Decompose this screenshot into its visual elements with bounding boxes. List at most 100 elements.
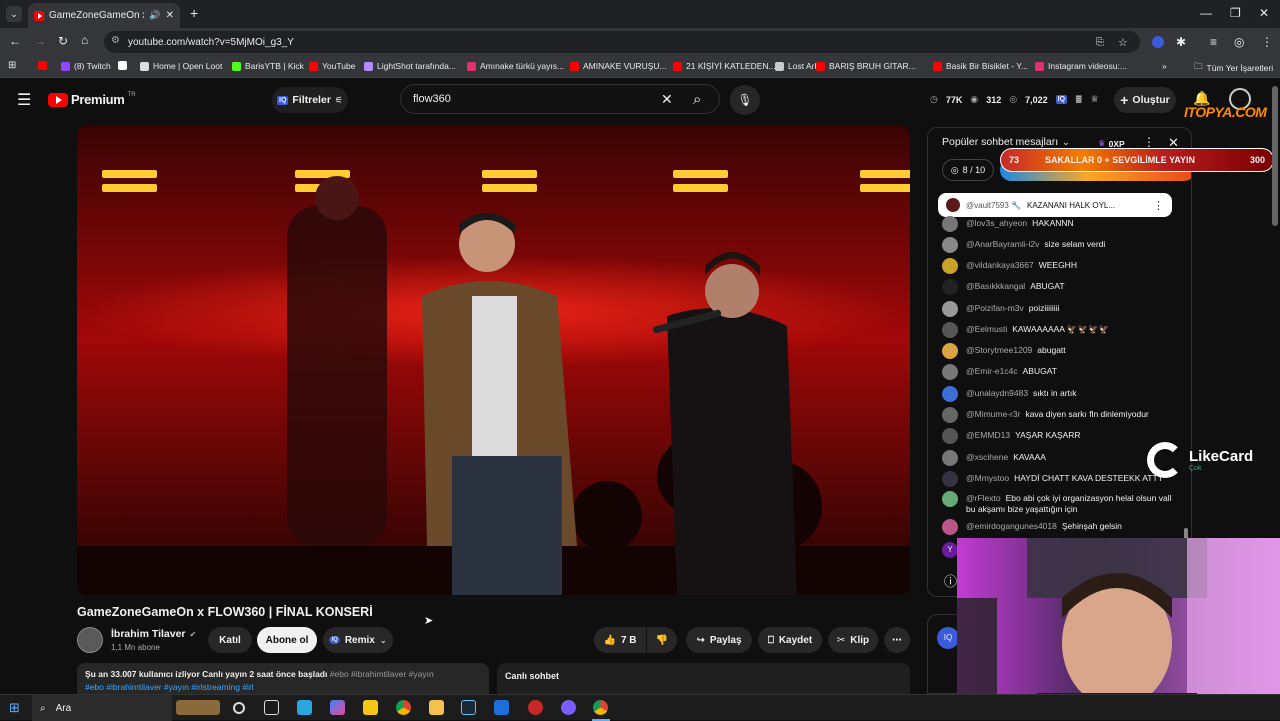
pinned-more-icon[interactable]: ⋮	[1153, 199, 1164, 212]
extensions-puzzle-icon[interactable]: ✱	[1176, 35, 1186, 49]
chat-author[interactable]: @EMMD13	[966, 430, 1010, 440]
bookmark-item[interactable]	[118, 61, 127, 70]
store-icon[interactable]	[363, 700, 378, 715]
chrome-active-icon[interactable]	[593, 700, 608, 715]
bookmark-item[interactable]: Lost Ark	[775, 61, 819, 71]
channel-name-row[interactable]: İbrahim Tilaver ✔	[111, 628, 196, 640]
chat-message[interactable]: @Eelmusti KAWAAAAAA 🦅🦅🦅🦅	[942, 322, 1182, 338]
more-bookmarks-icon[interactable]: »	[1162, 61, 1167, 71]
list-icon[interactable]: ≣	[1075, 94, 1083, 105]
tab-close-icon[interactable]: ✕	[166, 10, 174, 21]
video-player[interactable]	[77, 126, 910, 595]
dislike-button[interactable]: 👎	[647, 627, 677, 653]
bookmark-item[interactable]: AMINAKE VURUŞU...	[570, 61, 667, 71]
more-actions-button[interactable]: ⋯	[884, 627, 910, 653]
forward-icon[interactable]: →	[34, 34, 46, 48]
bookmark-item[interactable]	[38, 61, 47, 70]
app-icon-1[interactable]	[297, 700, 312, 715]
chat-message[interactable]: @lov3s_ahyeon HAKANNN	[942, 216, 1182, 232]
bookmark-item[interactable]: YouTube	[309, 61, 355, 71]
bookmark-item[interactable]: Instagram videosu:...	[1035, 61, 1127, 71]
chat-message[interactable]: @Mimume-r3r kava diyen sarkı fln dinlemiy…	[942, 407, 1182, 423]
page-scrollbar[interactable]	[1272, 86, 1278, 226]
iq-side-icon[interactable]: IQ	[937, 627, 959, 649]
chat-message[interactable]: @Poizifan-m3v poiziiiiiiii	[942, 301, 1182, 317]
clear-search-icon[interactable]: ✕	[661, 91, 673, 108]
join-button[interactable]: Katıl	[208, 627, 252, 653]
trophy-icon[interactable]: ♕	[1091, 94, 1099, 105]
share-button[interactable]: ↪ Paylaş	[686, 627, 752, 653]
app-icon-3[interactable]	[528, 700, 543, 715]
bookmark-item[interactable]: Amınake türkü yayıs...	[467, 61, 564, 71]
chat-message[interactable]: @Mmystoo HAYDİ CHATT KAVA DESTEEKK ATTT	[942, 471, 1182, 487]
chat-message[interactable]: @vildankaya3667 WEEGHH	[942, 258, 1182, 274]
search-highlight-icon[interactable]	[176, 700, 220, 715]
chat-message[interactable]: @rFlexto Ebo abi çok iyi organizasyon hel…	[942, 491, 1182, 515]
install-icon[interactable]: ⎘	[1096, 37, 1104, 48]
chat-message[interactable]: @emirdogangunes4018 Şehinşah gelsin	[942, 519, 1182, 535]
chat-message[interactable]: @xscihene KAVAAA	[942, 450, 1182, 466]
restore-icon[interactable]: ❐	[1230, 6, 1241, 20]
app-icon-2[interactable]	[494, 700, 509, 715]
create-button[interactable]: + Oluştur	[1114, 87, 1176, 113]
menu-icon[interactable]: ☰	[17, 90, 31, 110]
subscribe-button[interactable]: Abone ol	[257, 627, 317, 653]
profile-icon[interactable]: ◎	[1234, 35, 1244, 49]
bookmark-item[interactable]: Home | Open Loot	[140, 61, 222, 71]
chat-author[interactable]: @Mmystoo	[966, 473, 1009, 483]
extension-icon[interactable]	[1152, 36, 1164, 48]
speaker-icon[interactable]: 🔊	[149, 10, 160, 21]
bookmark-item[interactable]: Basik Bir Bisiklet - Y...	[933, 61, 1028, 71]
pinned-message[interactable]: @vault7593 🔧 KAZANANI HALK OYL... ⋮	[938, 193, 1172, 217]
tab-search-button[interactable]: ⌄	[6, 6, 22, 22]
task-view-icon[interactable]	[264, 700, 279, 715]
bookmark-item[interactable]: 21 KİŞİYİ KATLEDEN...	[673, 61, 776, 71]
search-icon[interactable]: ⌕	[693, 91, 701, 108]
browser-tab[interactable]: GameZoneGameOn x FLOW360 🔊 ✕	[28, 3, 180, 28]
bookmark-item[interactable]: (8) Twitch	[61, 61, 111, 71]
chat-message[interactable]: @unalaydn9483 sıktı in artık	[942, 386, 1182, 402]
steam-icon[interactable]	[461, 700, 476, 715]
chat-author[interactable]: @Mimume-r3r	[966, 409, 1020, 419]
back-icon[interactable]: ←	[9, 34, 21, 48]
taskbar-search[interactable]: ⌕ Ara	[32, 695, 172, 721]
chat-author[interactable]: @emirdogangunes4018	[966, 521, 1057, 531]
copilot-icon[interactable]	[330, 700, 345, 715]
chat-author[interactable]: @xscihene	[966, 452, 1008, 462]
description-tags[interactable]: #ebo #ibrahimtilaver #yayın	[330, 669, 434, 679]
chat-message[interactable]: @AnarBayramli-i2v size selam verdi	[942, 237, 1182, 253]
channel-avatar[interactable]	[77, 627, 103, 653]
all-bookmarks[interactable]: 🗀 Tüm Yer İşaretleri	[1194, 61, 1273, 75]
chat-author[interactable]: @vildankaya3667	[966, 260, 1034, 270]
chat-author[interactable]: @lov3s_ahyeon	[966, 218, 1027, 228]
cortana-icon[interactable]	[233, 702, 245, 714]
media-controls-icon[interactable]: ≡	[1210, 35, 1217, 49]
remix-button[interactable]: IQ Remix ⌄	[323, 627, 393, 653]
like-button[interactable]: 👍 7 B	[594, 627, 646, 653]
home-icon[interactable]: ⌂	[81, 33, 88, 47]
clip-button[interactable]: ✂ Klip	[828, 627, 878, 653]
discord-icon[interactable]	[561, 700, 576, 715]
chat-author[interactable]: @unalaydn9483	[966, 388, 1028, 398]
bookmark-item[interactable]: BARIŞ BRUH GİTAR...	[816, 61, 916, 71]
chat-message[interactable]: @Storytmee1209 abugatt	[942, 343, 1182, 359]
chat-author[interactable]: @Eelmusti	[966, 324, 1007, 334]
save-button[interactable]: ⎕ Kaydet	[758, 627, 822, 653]
chat-message[interactable]: @Basıkkkangal ABUGAT	[942, 279, 1182, 295]
bookmark-item[interactable]: LightShot tarafında...	[364, 61, 456, 71]
description-tags-line2[interactable]: #ebo #ibrahimtilaver #yayın #irlstreamin…	[85, 682, 481, 692]
minimize-icon[interactable]: —	[1200, 6, 1212, 20]
new-tab-button[interactable]: +	[190, 5, 198, 21]
chat-message[interactable]: @EMMD13 YAŞAR KAŞARR	[942, 428, 1182, 444]
search-input[interactable]: flow360 ✕ ⌕	[400, 84, 720, 114]
site-info-icon[interactable]: ⚙	[111, 35, 120, 46]
chat-author[interactable]: @Storytmee1209	[966, 345, 1032, 355]
chat-author[interactable]: @Emir-e1c4c	[966, 366, 1018, 376]
voice-search-button[interactable]: 🎙	[730, 85, 760, 115]
chat-author[interactable]: @AnarBayramli-i2v	[966, 239, 1039, 249]
bookmark-star-icon[interactable]: ☆	[1118, 36, 1128, 49]
address-bar[interactable]: ⚙ youtube.com/watch?v=5MjMOi_g3_Y ⎘ ☆	[104, 31, 1140, 53]
chat-info-icon[interactable]: ⓘ	[944, 571, 957, 590]
close-window-icon[interactable]: ✕	[1259, 6, 1269, 20]
chat-author[interactable]: @Basıkkkangal	[966, 281, 1025, 291]
